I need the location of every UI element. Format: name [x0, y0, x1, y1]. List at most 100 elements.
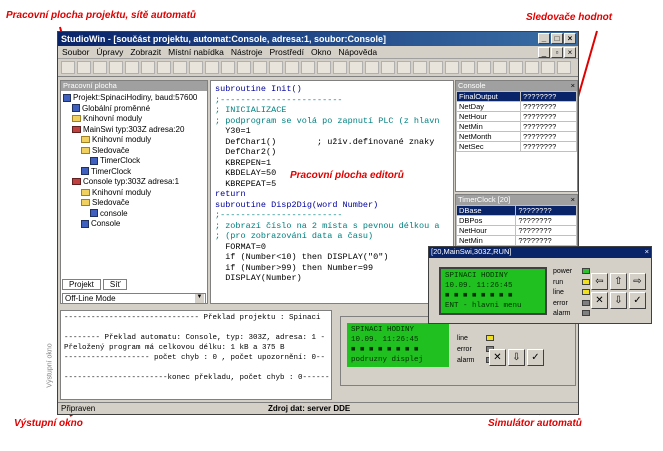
watch-row[interactable]: NetMonth????????	[456, 131, 578, 142]
toolbar-tool-13-icon[interactable]	[253, 61, 267, 74]
tree-item[interactable]: Sledovače	[63, 198, 205, 209]
toolbar-tool-21-icon[interactable]	[381, 61, 395, 74]
toolbar-tool-22-icon[interactable]	[397, 61, 411, 74]
toolbar-tool-25-icon[interactable]	[445, 61, 459, 74]
toolbar-tool-5-icon[interactable]	[125, 61, 139, 74]
toolbar-tool-12-icon[interactable]	[237, 61, 251, 74]
code-editor[interactable]: subroutine Init() ;----------------------…	[211, 81, 453, 287]
toolbar-tool-20-icon[interactable]	[365, 61, 379, 74]
tab-projekt[interactable]: Projekt	[62, 279, 101, 290]
toolbar-tool-28-icon[interactable]	[493, 61, 507, 74]
mode-select[interactable]: Off-Line Mode ▼	[62, 293, 206, 304]
maximize-button[interactable]: □	[551, 33, 563, 44]
menu-prostredi[interactable]: Prostředí	[270, 47, 305, 57]
led-row: alarm	[553, 309, 590, 320]
editor-panel[interactable]: subroutine Init() ;----------------------…	[210, 80, 454, 304]
led-indicator	[582, 299, 590, 306]
toolbar-tool-27-icon[interactable]	[477, 61, 491, 74]
tree-item[interactable]: Projekt:SpinaciHodiny, baud:57600	[63, 93, 205, 104]
arrow-down-icon[interactable]: ⇩	[508, 349, 525, 366]
annotation-editor: Pracovní plocha editorů	[290, 170, 404, 181]
tree-item[interactable]: Globální proměnné	[63, 104, 205, 115]
toolbar-tool-26-icon[interactable]	[461, 61, 475, 74]
close-icon[interactable]: ×	[645, 247, 649, 257]
tree-item[interactable]: MainSwi typ:303Z adresa:20	[63, 125, 205, 136]
doc-restore-button[interactable]: ▫	[551, 47, 563, 58]
toolbar-tool-31-icon[interactable]	[541, 61, 555, 74]
toolbar-tool-17-icon[interactable]	[317, 61, 331, 74]
arrow-left-icon[interactable]: ⇦	[591, 273, 608, 290]
check-icon[interactable]: ✓	[527, 349, 544, 366]
toolbar-tool-11-icon[interactable]	[221, 61, 235, 74]
arrow-right-icon[interactable]: ⇨	[629, 273, 646, 290]
toolbar-tool-15-icon[interactable]	[285, 61, 299, 74]
cross-icon[interactable]: ✕	[489, 349, 506, 366]
tree-item[interactable]: TimerClock	[63, 167, 205, 178]
led-row: line	[457, 333, 494, 344]
doc-close-button[interactable]: ×	[564, 47, 576, 58]
menu-nastroje[interactable]: Nástroje	[231, 47, 263, 57]
tree-item[interactable]: Console	[63, 219, 205, 230]
tab-sit[interactable]: Síť	[102, 279, 128, 290]
led-row: error	[553, 299, 590, 310]
watch-row[interactable]: NetMin????????	[456, 121, 578, 132]
toolbar-tool-32-icon[interactable]	[557, 61, 571, 74]
check-icon[interactable]: ✓	[629, 292, 646, 309]
minimize-button[interactable]: _	[538, 33, 550, 44]
toolbar-tool-23-icon[interactable]	[413, 61, 427, 74]
toolbar-tool-14-icon[interactable]	[269, 61, 283, 74]
tree-item[interactable]: Knihovní moduly	[63, 114, 205, 125]
project-panel: Pracovní plocha Projekt:SpinaciHodiny, b…	[60, 80, 208, 304]
arrow-up-icon[interactable]: ⇧	[610, 273, 627, 290]
tree-item[interactable]: Console typ:303Z adresa:1	[63, 177, 205, 188]
watch-panel-console: Console × FinalOutput???????? NetDay??????…	[455, 80, 578, 192]
toolbar-tool-4-icon[interactable]	[109, 61, 123, 74]
toolbar-tool-1-icon[interactable]	[61, 61, 75, 74]
cross-icon[interactable]: ✕	[591, 292, 608, 309]
watch-value: ????????	[515, 205, 577, 216]
code-line: return	[215, 189, 246, 199]
toolbar-tool-7-icon[interactable]	[157, 61, 171, 74]
tree-item[interactable]: TimerClock	[63, 156, 205, 167]
toolbar-tool-29-icon[interactable]	[509, 61, 523, 74]
toolbar-tool-30-icon[interactable]	[525, 61, 539, 74]
simulator-window[interactable]: [20,MainSwi,303Z,RUN] × SPINACI HODINY 10.…	[428, 246, 652, 324]
simulator-leds: power run line error alarm	[553, 267, 590, 320]
toolbar-tool-2-icon[interactable]	[77, 61, 91, 74]
toolbar-tool-16-icon[interactable]	[301, 61, 315, 74]
menu-mistni-nabidka[interactable]: Místní nabídka	[168, 47, 224, 57]
toolbar-tool-9-icon[interactable]	[189, 61, 203, 74]
watch-row[interactable]: NetHour????????	[456, 111, 578, 122]
arrow-down-icon[interactable]: ⇩	[610, 292, 627, 309]
watch-row[interactable]: DBPos????????	[455, 215, 577, 226]
close-button[interactable]: ×	[564, 33, 576, 44]
menu-upravy[interactable]: Úpravy	[96, 47, 123, 57]
watch-value: ????????	[519, 121, 578, 132]
code-line: ; INICIALIZACE	[215, 105, 287, 115]
tree-item[interactable]: Sledovače	[63, 146, 205, 157]
toolbar-tool-3-icon[interactable]	[93, 61, 107, 74]
toolbar-tool-19-icon[interactable]	[349, 61, 363, 74]
menu-zobrazit[interactable]: Zobrazit	[130, 47, 161, 57]
menu-soubor[interactable]: Soubor	[62, 47, 89, 57]
watch-row[interactable]: DBase????????	[455, 205, 577, 216]
close-icon[interactable]: ×	[571, 195, 575, 205]
watch-row[interactable]: NetDay????????	[456, 101, 578, 112]
watch-row[interactable]: FinalOutput????????	[456, 91, 578, 102]
toolbar-tool-10-icon[interactable]	[205, 61, 219, 74]
toolbar-tool-18-icon[interactable]	[333, 61, 347, 74]
tree-item[interactable]: console	[63, 209, 205, 220]
watch-row[interactable]: NetMin????????	[455, 235, 577, 246]
tree-item[interactable]: Knihovní moduly	[63, 188, 205, 199]
led-indicator	[582, 268, 590, 275]
menu-okno[interactable]: Okno	[311, 47, 331, 57]
menu-napoveda[interactable]: Nápověda	[338, 47, 377, 57]
watch-row[interactable]: NetSec????????	[456, 141, 578, 152]
close-icon[interactable]: ×	[571, 81, 575, 91]
toolbar-tool-24-icon[interactable]	[429, 61, 443, 74]
watch-row[interactable]: NetHour????????	[455, 225, 577, 236]
tree-item[interactable]: Knihovní moduly	[63, 135, 205, 146]
toolbar-tool-6-icon[interactable]	[141, 61, 155, 74]
toolbar-tool-8-icon[interactable]	[173, 61, 187, 74]
doc-minimize-button[interactable]: _	[538, 47, 550, 58]
